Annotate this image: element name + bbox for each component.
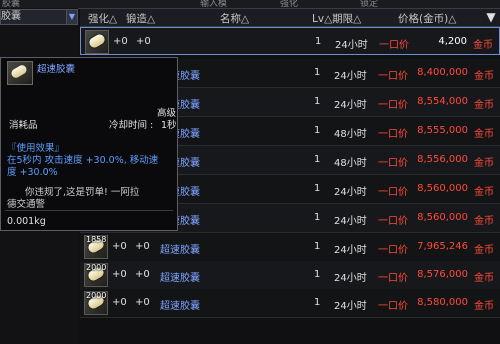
- row-enhance: +0: [112, 297, 127, 308]
- row-price: 7,965,246: [417, 241, 468, 252]
- row-forge: +0: [135, 241, 150, 252]
- row-currency: 金币: [474, 187, 494, 198]
- item-quantity: 1858: [86, 235, 107, 244]
- row-item-name: 超速胶囊: [160, 301, 200, 312]
- tooltip-desc-line2: 德交通警: [7, 199, 46, 210]
- row-level: 1: [315, 36, 322, 47]
- category-dropdown[interactable]: 胶囊: [0, 9, 70, 25]
- col-enhance[interactable]: 强化△: [88, 11, 117, 26]
- col-name[interactable]: 名称△: [220, 11, 249, 26]
- row-enhance: +0: [112, 269, 127, 280]
- row-level: 1: [314, 67, 321, 78]
- top-tab-1[interactable]: 输入模: [200, 0, 227, 9]
- row-currency: 金币: [474, 100, 494, 111]
- row-currency: 金币: [474, 71, 494, 82]
- row-currency: 金币: [474, 216, 494, 227]
- tooltip-type: 消耗品: [9, 120, 38, 131]
- tooltip-effect-line2: 度 +30.0%: [7, 167, 58, 178]
- row-price: 8,556,000: [417, 154, 468, 165]
- row-duration: 24小时: [334, 245, 367, 256]
- row-price: 8,400,000: [417, 67, 468, 78]
- top-tab-3[interactable]: 锁定: [360, 0, 378, 9]
- dropdown-arrow-icon[interactable]: ▼: [66, 9, 78, 25]
- item-tooltip: 超速胶囊 高级 消耗品 冷却时间 : 1秒 『使用效果』 在5秒内 攻击速度 +…: [0, 57, 178, 231]
- row-price: 8,554,000: [417, 96, 468, 107]
- row-duration: 24小时: [334, 273, 367, 284]
- row-duration: 24小时: [334, 187, 367, 198]
- tooltip-item-name: 超速胶囊: [37, 64, 76, 75]
- row-level: 1: [314, 96, 321, 107]
- tooltip-divider: [5, 210, 173, 211]
- row-level: 1: [314, 154, 321, 165]
- row-price-label: 一口价: [378, 187, 408, 198]
- row-duration: 24小时: [334, 301, 367, 312]
- row-currency: 金币: [474, 245, 494, 256]
- row-duration: 48小时: [334, 158, 367, 169]
- tooltip-weight: 0.001kg: [7, 216, 46, 227]
- row-price-label: 一口价: [378, 158, 408, 169]
- row-duration: 24小时: [335, 40, 368, 51]
- row-level: 1: [314, 297, 321, 308]
- row-price: 8,580,000: [417, 297, 468, 308]
- capsule-item-icon: [7, 61, 33, 85]
- row-currency: 金币: [474, 301, 494, 312]
- row-level: 1: [314, 269, 321, 280]
- row-item-name: 超速胶囊: [160, 273, 200, 284]
- row-enhance: +0: [112, 241, 127, 252]
- row-item-name: 超速胶囊: [160, 245, 200, 256]
- row-price-label: 一口价: [378, 71, 408, 82]
- col-price[interactable]: 价格(金币)△: [398, 11, 456, 26]
- row-duration: 24小时: [334, 100, 367, 111]
- row-price: 8,576,000: [417, 269, 468, 280]
- row-level: 1: [314, 241, 321, 252]
- row-price-label: 一口价: [378, 129, 408, 140]
- row-price-label: 一口价: [378, 100, 408, 111]
- row-price-label: 一口价: [378, 273, 408, 284]
- capsule-item-icon: 2000: [84, 291, 108, 315]
- row-price-label: 一口价: [378, 216, 408, 227]
- row-forge: +0: [135, 297, 150, 308]
- table-row[interactable]: 2000 +0 +0 超速胶囊 1 24小时 一口价 8,580,000 金币: [80, 289, 500, 318]
- row-price-label: 一口价: [379, 40, 409, 51]
- tooltip-cooldown-label: 冷却时间 :: [109, 120, 154, 131]
- column-header: 强化△ 锻造△ 名称△ Lv△期限△ 价格(金币)△ ▼: [80, 9, 500, 27]
- row-level: 1: [314, 125, 321, 136]
- col-forge[interactable]: 锻造△: [126, 11, 155, 26]
- top-tab-2[interactable]: 强化: [280, 0, 298, 9]
- table-row[interactable]: +0 +0 1 24小时 一口价 4,200 金币: [80, 27, 500, 55]
- capsule-item-icon: 1858: [84, 235, 108, 259]
- row-level: 1: [314, 183, 321, 194]
- row-price-label: 一口价: [378, 245, 408, 256]
- row-price: 8,555,000: [417, 125, 468, 136]
- table-row[interactable]: 1858 +0 +0 超速胶囊 1 24小时 一口价 7,965,246 金币: [80, 233, 500, 262]
- row-price: 4,200: [438, 36, 467, 47]
- row-duration: 24小时: [334, 216, 367, 227]
- row-currency: 金币: [473, 40, 493, 51]
- row-price: 8,560,000: [417, 212, 468, 223]
- item-quantity: 2000: [86, 291, 107, 300]
- capsule-item-icon: 2000: [84, 263, 108, 287]
- sort-icon[interactable]: ▼: [484, 10, 498, 24]
- row-level: 1: [314, 212, 321, 223]
- col-level-duration[interactable]: Lv△期限△: [312, 11, 361, 26]
- row-duration: 24小时: [334, 71, 367, 82]
- item-quantity: 2000: [86, 263, 107, 272]
- row-duration: 48小时: [334, 129, 367, 140]
- row-price-label: 一口价: [378, 301, 408, 312]
- row-forge: +0: [135, 269, 150, 280]
- row-currency: 金币: [474, 129, 494, 140]
- capsule-item-icon: [85, 30, 109, 54]
- row-price: 8,560,000: [417, 183, 468, 194]
- row-forge: +0: [136, 36, 151, 47]
- row-currency: 金币: [474, 158, 494, 169]
- tooltip-cooldown-value: 1秒: [161, 120, 177, 131]
- row-enhance: +0: [113, 36, 128, 47]
- table-row[interactable]: 2000 +0 +0 超速胶囊 1 24小时 一口价 8,576,000 金币: [80, 261, 500, 290]
- row-currency: 金币: [474, 273, 494, 284]
